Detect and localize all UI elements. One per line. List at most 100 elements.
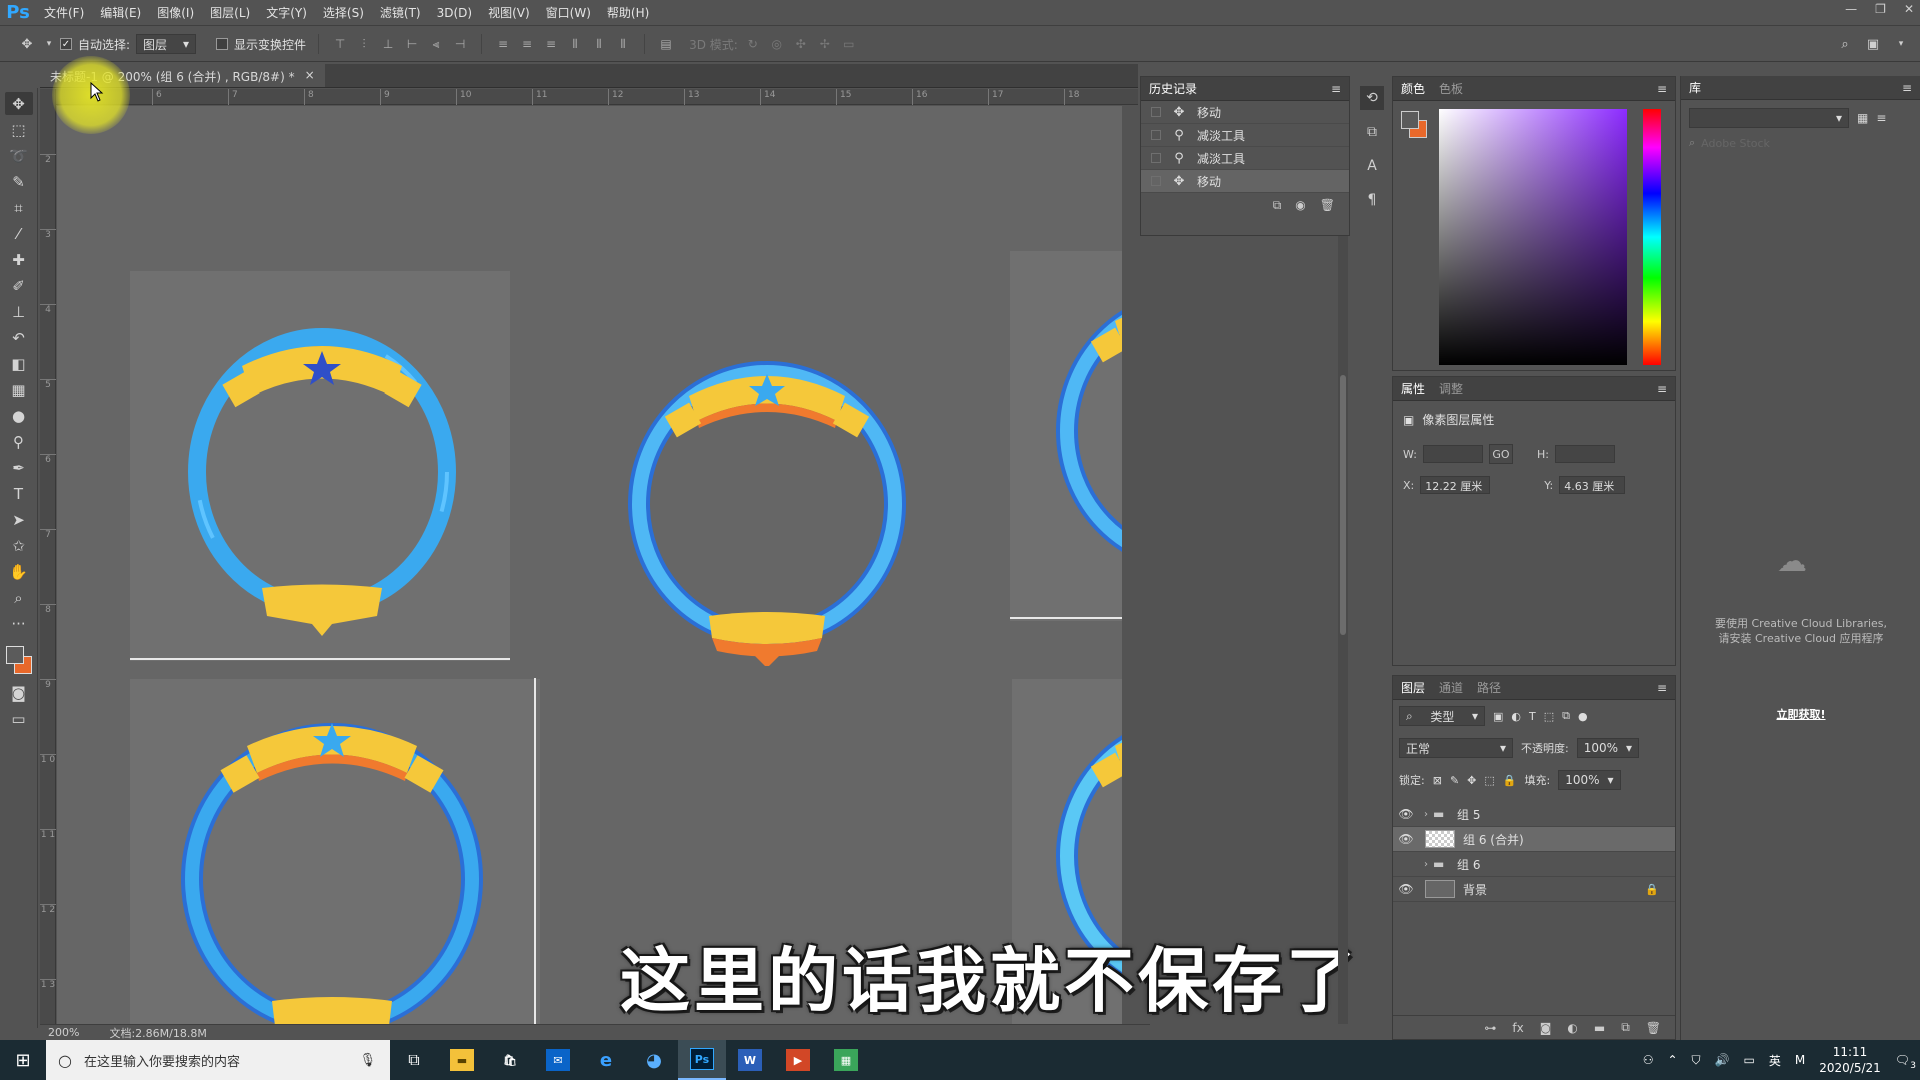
close-icon[interactable]: ×: [305, 68, 315, 87]
move-tool-icon[interactable]: ✥: [4, 92, 33, 115]
align-vcenter-icon[interactable]: ⫶: [355, 35, 373, 53]
menu-file[interactable]: 文件(F): [36, 4, 92, 21]
new-document-from-state-icon[interactable]: ⧉: [1273, 198, 1282, 213]
pen-tool-icon[interactable]: ✒: [5, 456, 33, 479]
menu-help[interactable]: 帮助(H): [599, 4, 657, 21]
chevron-down-icon[interactable]: ▾: [44, 33, 54, 55]
tab-color[interactable]: 颜色: [1401, 80, 1425, 97]
filter-toggle-icon[interactable]: ●: [1578, 710, 1588, 723]
menu-edit[interactable]: 编辑(E): [92, 4, 149, 21]
eraser-tool-icon[interactable]: ◧: [5, 352, 33, 375]
network-icon[interactable]: ▭: [1744, 1053, 1755, 1067]
panel-menu-icon[interactable]: ≡: [1902, 81, 1912, 95]
foreground-color-swatch[interactable]: [1401, 111, 1419, 129]
link-icon[interactable]: GO: [1488, 444, 1513, 464]
3d-roll-icon[interactable]: ◎: [768, 35, 786, 53]
filter-shape-icon[interactable]: ⬚: [1544, 710, 1554, 723]
eye-icon[interactable]: 👁: [1393, 882, 1419, 896]
tab-history[interactable]: 历史记录: [1149, 80, 1197, 97]
volume-icon[interactable]: 🔊: [1715, 1053, 1730, 1067]
3d-scale-icon[interactable]: ▭: [840, 35, 858, 53]
healing-brush-tool-icon[interactable]: ✚: [5, 248, 33, 271]
move-tool-icon[interactable]: ✥: [16, 33, 38, 55]
panel-menu-icon[interactable]: ≡: [1657, 681, 1667, 695]
layer-filter-dropdown[interactable]: ⌕ 类型 ▾: [1399, 706, 1485, 726]
history-snapshot-checkbox[interactable]: [1151, 107, 1161, 117]
align-bottom-icon[interactable]: ⊥: [379, 35, 397, 53]
input-method-icon[interactable]: M: [1795, 1053, 1805, 1067]
color-picker-field[interactable]: [1439, 109, 1627, 365]
history-item[interactable]: ⚲ 减淡工具: [1141, 124, 1349, 147]
tab-library[interactable]: 库: [1689, 79, 1701, 96]
blur-tool-icon[interactable]: ●: [5, 404, 33, 427]
eye-icon[interactable]: 👁: [1393, 832, 1419, 846]
filter-pixel-icon[interactable]: ▣: [1493, 710, 1503, 723]
shield-icon[interactable]: ⛉: [1692, 1053, 1701, 1068]
hue-slider[interactable]: [1643, 109, 1661, 365]
zoom-level[interactable]: 200%: [48, 1026, 79, 1039]
filter-type-icon[interactable]: T: [1529, 710, 1536, 723]
3d-slide-icon[interactable]: ✢: [816, 35, 834, 53]
auto-align-icon[interactable]: ▤: [657, 35, 675, 53]
camera-icon[interactable]: ◉: [1295, 198, 1305, 212]
distribute-bottom-icon[interactable]: ≡: [542, 35, 560, 53]
grid-view-icon[interactable]: ▦: [1857, 111, 1868, 125]
zoom-tool-icon[interactable]: ⌕: [5, 586, 33, 609]
presentation-app-icon[interactable]: ▶: [774, 1040, 822, 1080]
auto-select-checkbox[interactable]: ✓: [60, 38, 72, 50]
spreadsheet-app-icon[interactable]: ▦: [822, 1040, 870, 1080]
vertical-ruler[interactable]: 2 3 4 5 6 7 8 9 1 0 1 1 1 2 1 3: [40, 89, 56, 1024]
align-left-icon[interactable]: ⊢: [403, 35, 421, 53]
scrollbar-thumb[interactable]: [1340, 375, 1346, 635]
foreground-color-swatch[interactable]: [5, 646, 24, 664]
edge-browser-icon[interactable]: e: [582, 1040, 630, 1080]
character-panel-icon[interactable]: A: [1360, 154, 1384, 178]
shape-tool-icon[interactable]: ✩: [5, 534, 33, 557]
opacity-field[interactable]: 100% ▾: [1576, 738, 1640, 758]
tab-swatches[interactable]: 色板: [1439, 80, 1463, 97]
menu-layer[interactable]: 图层(L): [202, 4, 258, 21]
eye-icon[interactable]: 👁: [1393, 807, 1419, 821]
get-now-link[interactable]: 立即获取!: [1681, 706, 1920, 722]
guide-line[interactable]: [130, 658, 510, 660]
ime-indicator[interactable]: 英: [1769, 1052, 1781, 1069]
file-explorer-icon[interactable]: ▬: [438, 1040, 486, 1080]
guide-line[interactable]: [534, 678, 536, 1024]
chevron-right-icon[interactable]: ›: [1419, 809, 1433, 820]
ring-frame-3[interactable]: [1047, 271, 1122, 591]
type-tool-icon[interactable]: T: [5, 482, 33, 505]
minimize-button[interactable]: —: [1845, 2, 1857, 16]
lock-transparent-icon[interactable]: ⊠: [1433, 774, 1442, 787]
menu-select[interactable]: 选择(S): [315, 4, 372, 21]
ring-frame-2[interactable]: [617, 346, 917, 666]
trash-icon[interactable]: 🗑: [1320, 198, 1335, 212]
horizontal-ruler[interactable]: 6 7 8 9 10 11 12 13 14 15 16 17 18: [56, 89, 1138, 105]
canvas-vertical-scrollbar[interactable]: [1338, 105, 1348, 1024]
chevron-right-icon[interactable]: ›: [1419, 859, 1433, 870]
lasso-tool-icon[interactable]: ➰: [5, 144, 33, 167]
width-field[interactable]: [1422, 445, 1483, 463]
lock-image-icon[interactable]: ✎: [1450, 774, 1459, 787]
menu-image[interactable]: 图像(I): [149, 4, 202, 21]
history-snapshot-checkbox[interactable]: [1151, 153, 1161, 163]
quick-select-tool-icon[interactable]: ✎: [5, 170, 33, 193]
quick-mask-icon[interactable]: ◙: [5, 681, 33, 704]
layer-row-selected[interactable]: 👁 组 6 (合并): [1393, 827, 1675, 852]
link-layers-icon[interactable]: ⊶: [1484, 1021, 1496, 1035]
menu-filter[interactable]: 滤镜(T): [372, 4, 429, 21]
lock-all-icon[interactable]: 🔒: [1503, 774, 1517, 787]
word-icon[interactable]: W: [726, 1040, 774, 1080]
chevron-up-icon[interactable]: ⌃: [1667, 1053, 1677, 1067]
library-search[interactable]: ⌕ Adobe Stock: [1681, 136, 1920, 150]
tab-adjustments[interactable]: 调整: [1439, 380, 1463, 397]
filter-adjustment-icon[interactable]: ◐: [1511, 710, 1521, 723]
taskbar-search-box[interactable]: ○ 在这里输入你要搜索的内容 🎙: [46, 1040, 390, 1080]
workspace-icon[interactable]: ▣: [1862, 33, 1884, 55]
blend-mode-dropdown[interactable]: 正常 ▾: [1399, 738, 1513, 758]
stamp-tool-icon[interactable]: ⊥: [5, 300, 33, 323]
fill-field[interactable]: 100% ▾: [1558, 770, 1621, 790]
align-top-icon[interactable]: ⊤: [331, 35, 349, 53]
height-field[interactable]: [1554, 445, 1615, 463]
distribute-left-icon[interactable]: ⦀: [566, 35, 584, 53]
new-layer-icon[interactable]: ⧉: [1621, 1020, 1630, 1035]
